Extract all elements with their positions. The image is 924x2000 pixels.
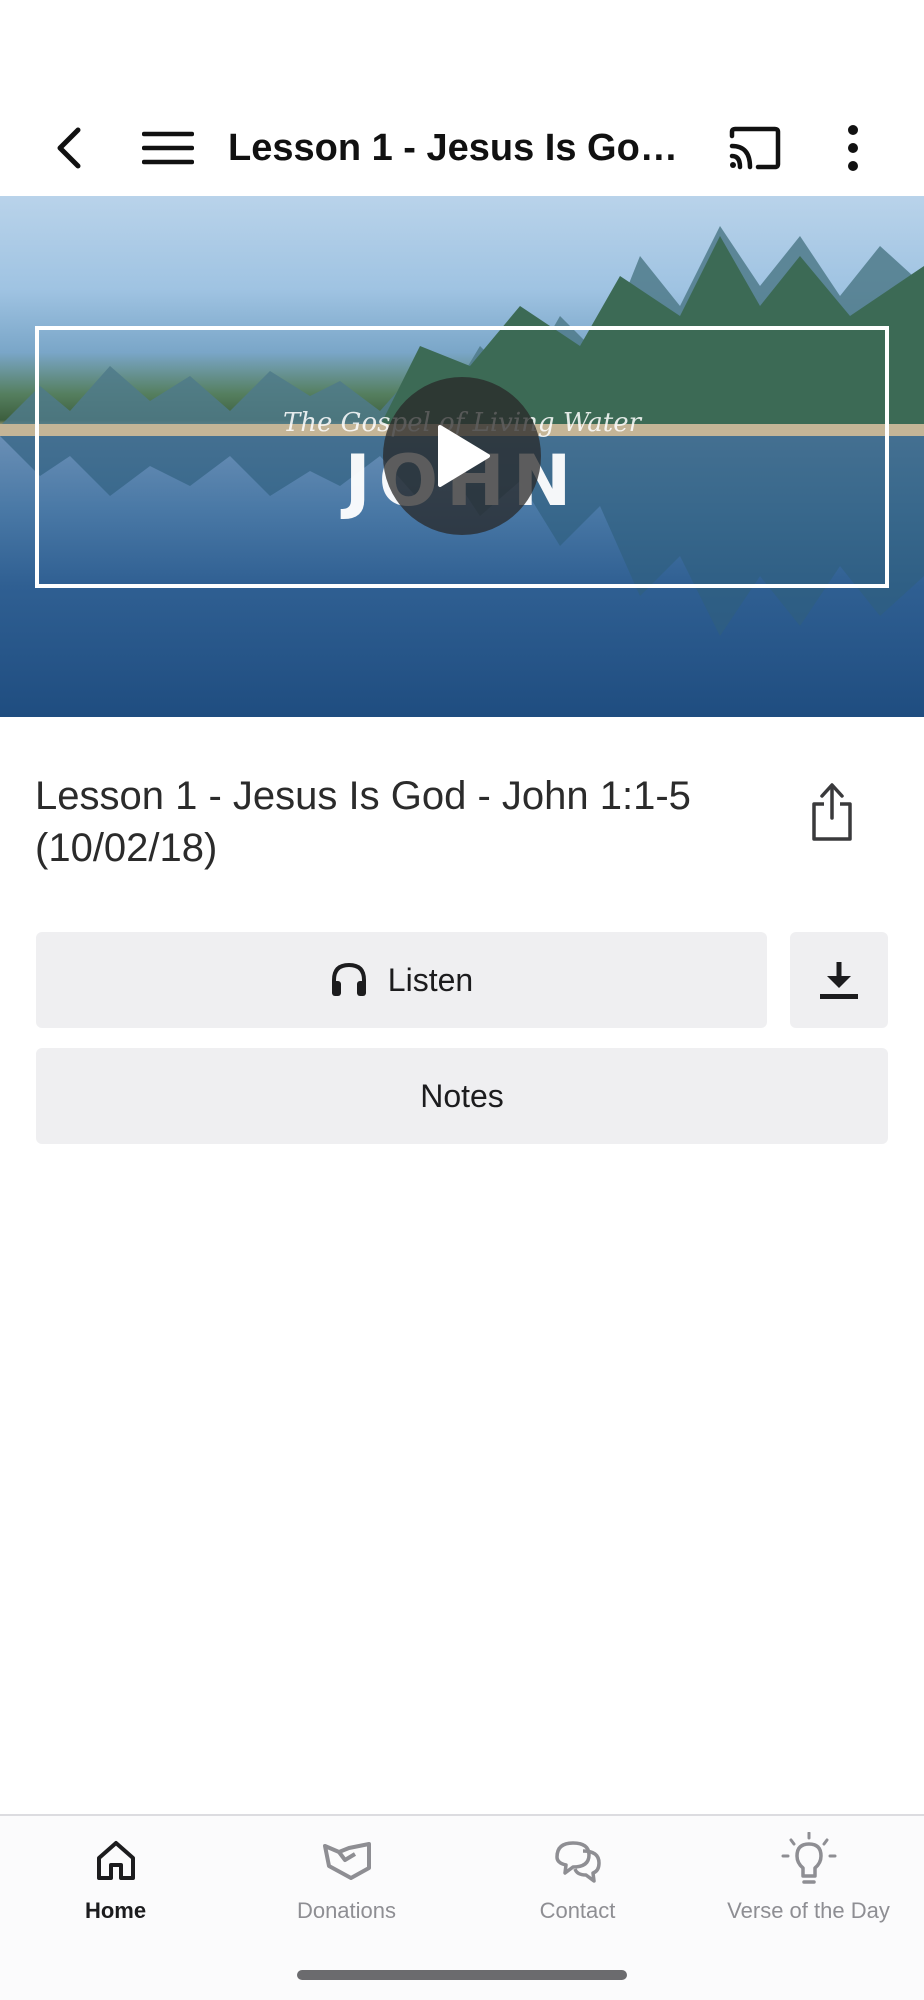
tab-donations-label: Donations xyxy=(296,1898,397,1923)
handshake-icon xyxy=(322,1842,371,1880)
headphones-icon xyxy=(331,962,366,996)
tab-verse-label: Verse of the Day xyxy=(727,1898,890,1923)
more-options-button[interactable] xyxy=(817,112,889,184)
tab-verse-of-the-day[interactable]: Verse of the Day xyxy=(693,1830,924,1940)
home-icon xyxy=(96,1841,135,1880)
notes-button[interactable]: Notes xyxy=(36,1048,888,1144)
tab-contact[interactable]: Contact xyxy=(462,1830,693,1940)
cast-icon xyxy=(729,126,781,170)
lightbulb-icon xyxy=(781,1832,836,1884)
lesson-title: Lesson 1 - Jesus Is God - John 1:1-5 (10… xyxy=(35,774,691,870)
home-indicator xyxy=(297,1970,627,1980)
status-bar xyxy=(0,0,924,100)
chat-bubbles-icon xyxy=(554,1841,601,1883)
download-button[interactable] xyxy=(790,932,888,1028)
tab-contact-label: Contact xyxy=(539,1898,616,1923)
play-icon xyxy=(438,425,490,487)
page-title: Lesson 1 - Jesus Is God... xyxy=(228,127,688,169)
hamburger-menu-icon xyxy=(142,131,194,165)
listen-button[interactable]: Listen xyxy=(36,932,767,1028)
tab-home[interactable]: Home xyxy=(0,1830,231,1940)
more-vertical-icon xyxy=(848,125,858,171)
tab-home-label: Home xyxy=(84,1898,147,1923)
top-app-bar: Lesson 1 - Jesus Is God... xyxy=(0,100,924,196)
download-icon xyxy=(820,962,858,999)
share-icon xyxy=(812,783,852,841)
chevron-left-icon xyxy=(57,127,81,169)
listen-label: Listen xyxy=(387,961,474,998)
cast-button[interactable] xyxy=(719,112,791,184)
play-button[interactable] xyxy=(383,377,541,535)
menu-button[interactable] xyxy=(132,112,204,184)
notes-label: Notes xyxy=(420,1077,504,1114)
video-thumbnail[interactable]: The Gospel of Living Water JOHN xyxy=(0,196,924,717)
tab-donations[interactable]: Donations xyxy=(231,1830,462,1940)
share-button[interactable] xyxy=(800,776,864,848)
back-button[interactable] xyxy=(32,112,104,184)
